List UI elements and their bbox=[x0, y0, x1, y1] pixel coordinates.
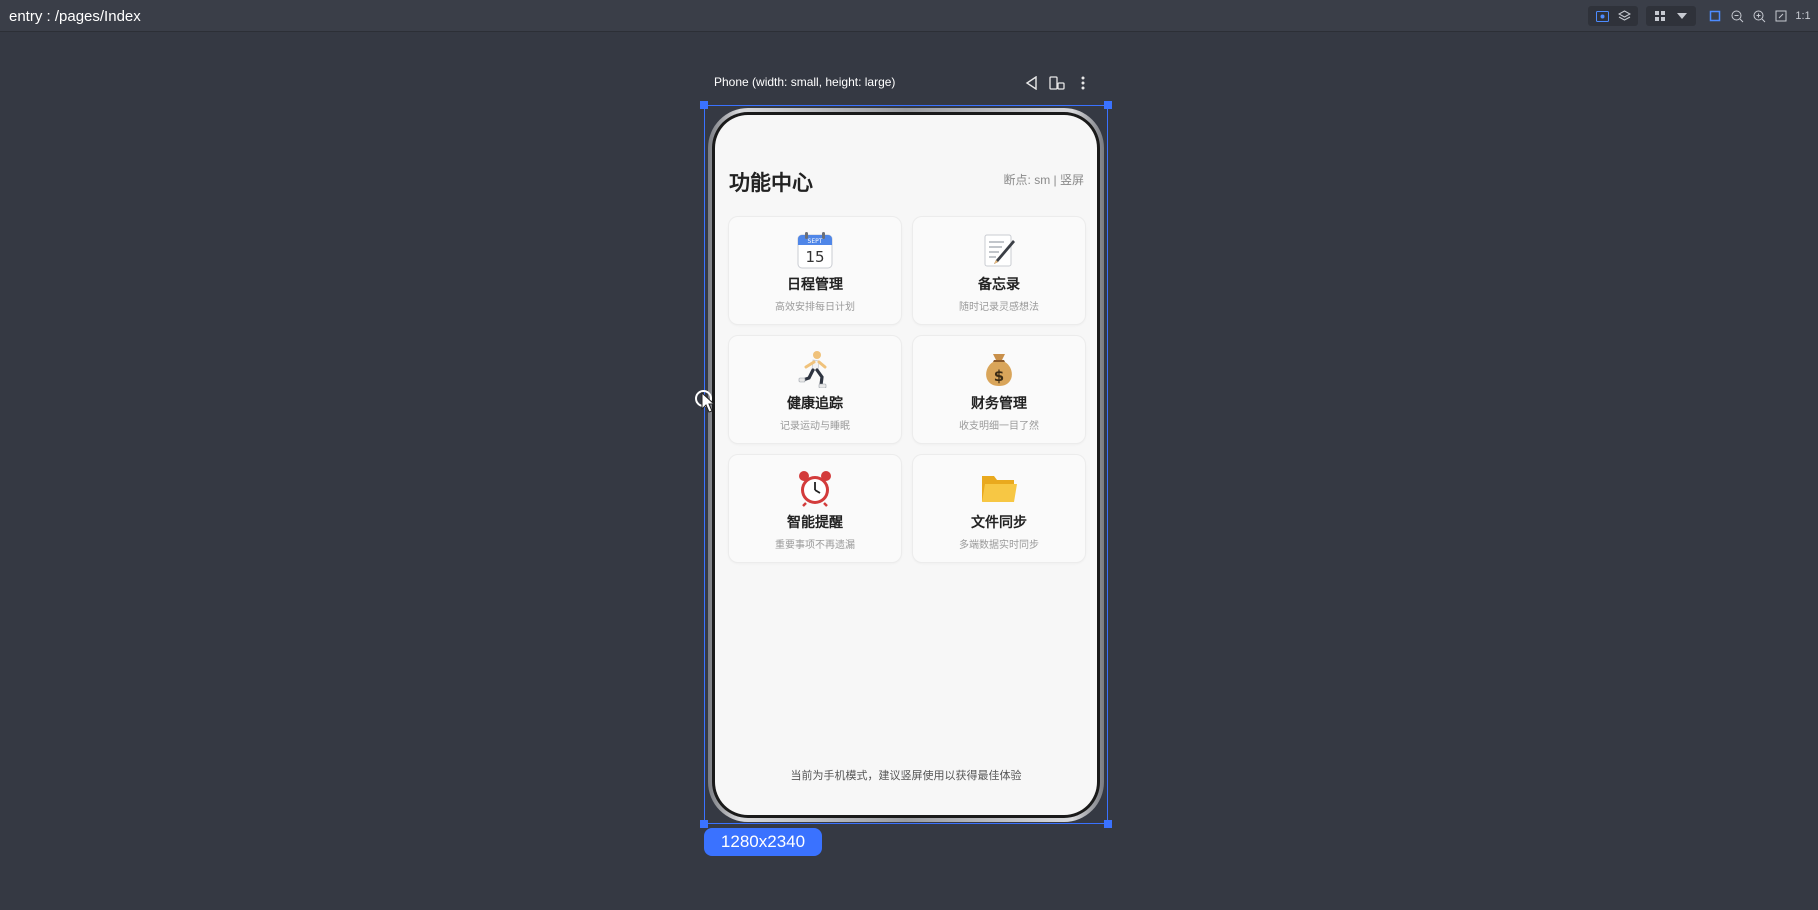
feature-card-file-sync[interactable]: 文件同步 多端数据实时同步 bbox=[912, 454, 1086, 563]
toolbar-tools: 1:1 bbox=[1588, 6, 1818, 26]
phone-frame: 功能中心 断点: sm | 竖屏 SEPT 15 日程管理 高效安排每日计划 备… bbox=[708, 108, 1104, 822]
footer-hint: 当前为手机模式，建议竖屏使用以获得最佳体验 bbox=[790, 770, 1022, 782]
calendar-icon: SEPT 15 bbox=[796, 231, 834, 269]
previewer-toolbar: entry : /pages/Index 1:1 bbox=[0, 0, 1818, 32]
frame-icon[interactable] bbox=[1704, 7, 1726, 25]
device-title: Phone (width: small, height: large) bbox=[714, 75, 896, 89]
layers-icon[interactable] bbox=[1613, 7, 1635, 25]
money-bag-icon: $ bbox=[980, 350, 1018, 388]
ratio-icon[interactable]: 1:1 bbox=[1792, 7, 1814, 25]
inspect-icon[interactable] bbox=[1591, 7, 1613, 25]
back-icon[interactable] bbox=[1022, 74, 1040, 92]
card-title: 备忘录 bbox=[978, 276, 1020, 292]
view-mode-group bbox=[1588, 6, 1638, 26]
dropdown-icon[interactable] bbox=[1671, 7, 1693, 25]
zoom-in-icon[interactable] bbox=[1748, 7, 1770, 25]
card-subtitle: 随时记录灵感想法 bbox=[959, 302, 1039, 313]
card-subtitle: 记录运动与睡眠 bbox=[780, 421, 850, 432]
device-controls bbox=[1022, 74, 1092, 92]
resize-handle[interactable] bbox=[1104, 820, 1112, 828]
runner-icon bbox=[796, 350, 834, 388]
breakpoint-label: 断点: sm | 竖屏 bbox=[1003, 173, 1084, 187]
svg-text:$: $ bbox=[994, 367, 1004, 385]
ratio-label: 1:1 bbox=[1795, 10, 1811, 22]
feature-card-memo[interactable]: 备忘录 随时记录灵感想法 bbox=[912, 216, 1086, 325]
folder-icon bbox=[980, 469, 1018, 507]
memo-icon bbox=[980, 231, 1018, 269]
resize-handle[interactable] bbox=[700, 101, 708, 109]
feature-card-health[interactable]: 健康追踪 记录运动与睡眠 bbox=[728, 335, 902, 444]
card-title: 日程管理 bbox=[787, 276, 843, 292]
card-subtitle: 重要事项不再遗漏 bbox=[775, 540, 855, 551]
page-title: 功能中心 bbox=[729, 172, 813, 195]
resolution-badge: 1280x2340 bbox=[704, 828, 822, 856]
svg-text:SEPT: SEPT bbox=[808, 238, 823, 245]
mouse-cursor-icon bbox=[701, 392, 715, 413]
feature-grid: SEPT 15 日程管理 高效安排每日计划 备忘录 随时记录灵感想法 健康追踪 … bbox=[728, 216, 1086, 563]
card-title: 智能提醒 bbox=[787, 514, 843, 530]
feature-card-finance[interactable]: $ 财务管理 收支明细一目了然 bbox=[912, 335, 1086, 444]
phone-bezel: 功能中心 断点: sm | 竖屏 SEPT 15 日程管理 高效安排每日计划 备… bbox=[712, 112, 1100, 818]
fit-icon[interactable] bbox=[1770, 7, 1792, 25]
resize-handle[interactable] bbox=[700, 820, 708, 828]
phone-screen: 功能中心 断点: sm | 竖屏 SEPT 15 日程管理 高效安排每日计划 备… bbox=[715, 115, 1097, 815]
more-icon[interactable] bbox=[1074, 74, 1092, 92]
layout-group bbox=[1646, 6, 1696, 26]
grid-icon[interactable] bbox=[1649, 7, 1671, 25]
resize-handle[interactable] bbox=[1104, 101, 1112, 109]
feature-card-schedule[interactable]: SEPT 15 日程管理 高效安排每日计划 bbox=[728, 216, 902, 325]
zoom-out-icon[interactable] bbox=[1726, 7, 1748, 25]
feature-card-reminder[interactable]: 智能提醒 重要事项不再遗漏 bbox=[728, 454, 902, 563]
card-subtitle: 收支明细一目了然 bbox=[959, 421, 1039, 432]
route-label: entry : /pages/Index bbox=[9, 8, 141, 25]
card-title: 健康追踪 bbox=[787, 395, 843, 411]
alarm-clock-icon bbox=[796, 469, 834, 507]
card-title: 财务管理 bbox=[971, 395, 1027, 411]
card-subtitle: 高效安排每日计划 bbox=[775, 302, 855, 313]
rotate-icon[interactable] bbox=[1048, 74, 1066, 92]
card-title: 文件同步 bbox=[971, 514, 1027, 530]
card-subtitle: 多端数据实时同步 bbox=[959, 540, 1039, 551]
svg-text:15: 15 bbox=[805, 248, 824, 266]
